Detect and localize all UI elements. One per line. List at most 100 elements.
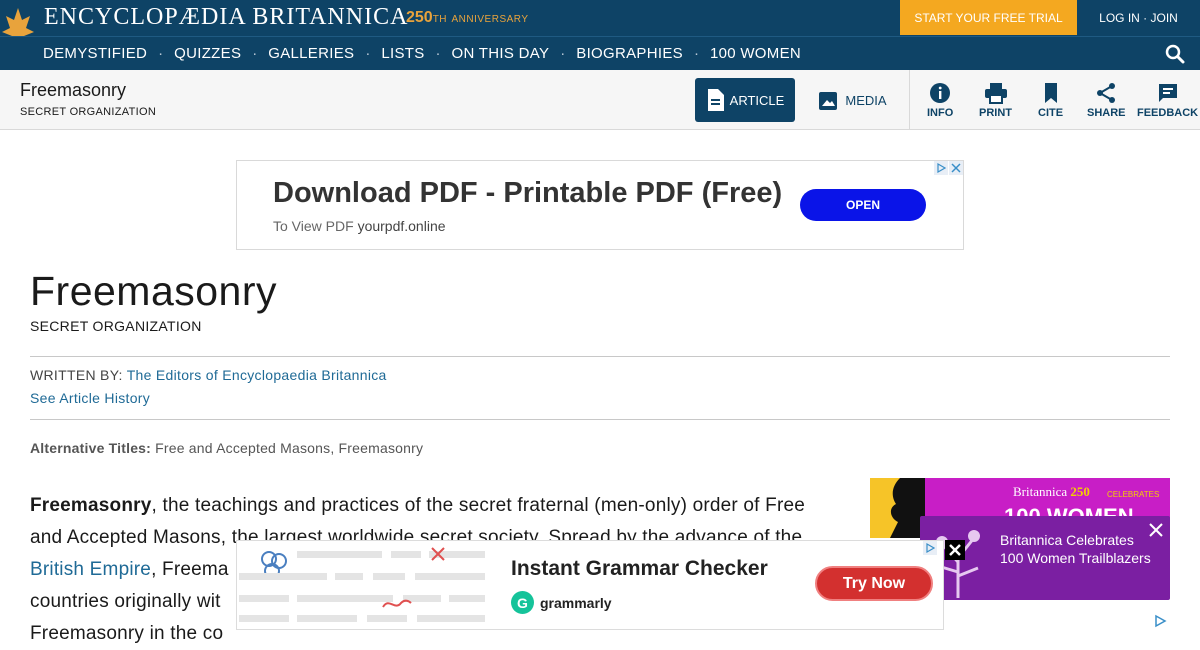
nav-item-biographies[interactable]: BIOGRAPHIES bbox=[576, 45, 683, 62]
nav-separator: · bbox=[365, 45, 371, 62]
info-label: INFO bbox=[927, 107, 954, 119]
grammarly-wordmark: grammarly bbox=[540, 594, 612, 611]
doc-placeholder-line bbox=[449, 595, 485, 602]
written-by-label: WRITTEN BY: bbox=[30, 367, 123, 383]
nav-item-lists[interactable]: LISTS bbox=[381, 45, 424, 62]
toolbar-divider bbox=[909, 70, 910, 130]
grammarly-brand: G grammarly bbox=[511, 591, 612, 614]
alt-titles-value: Free and Accepted Masons, Freemasonry bbox=[155, 440, 424, 456]
article-toolbar: Freemasonry SECRET ORGANIZATION ARTICLE … bbox=[0, 70, 1200, 130]
promo-silhouette bbox=[870, 478, 925, 538]
ad-close-icon[interactable] bbox=[949, 161, 963, 175]
brand-wordmark[interactable]: ENCYCLOPÆDIA BRITANNICA bbox=[44, 4, 408, 31]
nav-separator: · bbox=[435, 45, 441, 62]
author-link[interactable]: The Editors of Encyclopaedia Britannica bbox=[127, 367, 387, 383]
grammarly-advertisement[interactable]: Instant Grammar Checker G grammarly Try … bbox=[236, 540, 944, 630]
squiggle-icon bbox=[382, 599, 412, 608]
promo-brand: Britannica 250 bbox=[1013, 484, 1090, 500]
feedback-label: FEEDBACK bbox=[1137, 107, 1199, 119]
bookmark-icon bbox=[1044, 83, 1057, 103]
article-tab-label: ARTICLE bbox=[729, 92, 785, 108]
divider bbox=[30, 419, 1170, 420]
nav-item-demystified[interactable]: DEMYSTIFIED bbox=[43, 45, 147, 62]
nav-item-on-this-day[interactable]: ON THIS DAY bbox=[452, 45, 550, 62]
doc-placeholder-line bbox=[239, 595, 289, 602]
article-subtitle: SECRET ORGANIZATION bbox=[30, 318, 202, 334]
doc-placeholder-line bbox=[297, 595, 393, 602]
divider bbox=[30, 356, 1170, 357]
top-bar: ENCYCLOPÆDIA BRITANNICA 250TH ANNIVERSAR… bbox=[0, 0, 1200, 70]
article-history-link[interactable]: See Article History bbox=[30, 390, 150, 406]
alternative-titles: Alternative Titles: Free and Accepted Ma… bbox=[30, 440, 423, 456]
anniversary-badge: 250TH ANNIVERSARY bbox=[406, 9, 529, 27]
main-nav: DEMYSTIFIED · QUIZZES · GALLERIES · LIST… bbox=[0, 36, 1200, 70]
cite-button[interactable]: CITE bbox=[1038, 82, 1063, 119]
para-text: Freemasonry in the co bbox=[30, 623, 224, 644]
doc-placeholder-line bbox=[335, 573, 363, 580]
ad-open-button[interactable]: OPEN bbox=[800, 189, 926, 221]
anniversary-number: 250 bbox=[406, 9, 433, 26]
doc-placeholder-line bbox=[297, 615, 357, 622]
article-tab[interactable]: ARTICLE bbox=[695, 78, 795, 122]
feedback-button[interactable]: FEEDBACK bbox=[1137, 82, 1198, 119]
para-text: countries originally wit bbox=[30, 591, 221, 612]
ad-sub-domain: yourpdf.online bbox=[357, 218, 446, 234]
free-trial-button[interactable]: START YOUR FREE TRIAL bbox=[900, 0, 1077, 35]
ad-subline: To View PDF yourpdf.online bbox=[273, 218, 446, 234]
toast-message[interactable]: Britannica Celebrates 100 Women Trailbla… bbox=[1000, 531, 1160, 567]
nav-separator: · bbox=[693, 45, 699, 62]
share-button[interactable]: SHARE bbox=[1087, 82, 1126, 119]
close-icon[interactable] bbox=[1148, 522, 1164, 538]
info-icon bbox=[930, 83, 951, 103]
cross-mark-icon bbox=[431, 547, 445, 561]
media-tab[interactable]: MEDIA bbox=[808, 78, 898, 122]
nav-items: DEMYSTIFIED · QUIZZES · GALLERIES · LIST… bbox=[43, 45, 801, 62]
adchoices-icon[interactable] bbox=[923, 541, 937, 555]
ad-sub-prefix: To View PDF bbox=[273, 218, 354, 234]
nav-item-quizzes[interactable]: QUIZZES bbox=[174, 45, 241, 62]
nav-separator: · bbox=[252, 45, 258, 62]
try-now-button[interactable]: Try Now bbox=[815, 566, 933, 601]
doc-placeholder-line bbox=[297, 551, 382, 558]
grammarly-g-icon: G bbox=[511, 591, 534, 614]
search-icon[interactable] bbox=[1165, 44, 1185, 64]
feedback-icon bbox=[1158, 84, 1177, 102]
nav-separator: · bbox=[560, 45, 566, 62]
para-bold-term: Freemasonry bbox=[30, 495, 152, 516]
adchoices-icon[interactable] bbox=[1153, 614, 1167, 628]
nav-item-100-women[interactable]: 100 WOMEN bbox=[710, 45, 801, 62]
alt-titles-label: Alternative Titles: bbox=[30, 440, 152, 456]
login-join-link[interactable]: LOG IN · JOIN bbox=[1077, 0, 1200, 35]
doc-placeholder-line bbox=[373, 573, 405, 580]
british-empire-link[interactable]: British Empire bbox=[30, 559, 151, 580]
media-tab-label: MEDIA bbox=[845, 92, 887, 108]
ad-headline: Instant Grammar Checker bbox=[511, 557, 768, 580]
info-button[interactable]: INFO bbox=[927, 82, 953, 119]
anniversary-tm: TH bbox=[432, 14, 448, 25]
print-label: PRINT bbox=[979, 107, 1012, 119]
promo-celebrates: CELEBRATES bbox=[1107, 490, 1160, 499]
doc-placeholder-line bbox=[239, 615, 289, 622]
doc-placeholder-line bbox=[415, 573, 485, 580]
para-text: , the teachings and practices of the sec… bbox=[151, 495, 806, 516]
pdf-advertisement[interactable]: Download PDF - Printable PDF (Free) To V… bbox=[236, 160, 964, 250]
print-button[interactable]: PRINT bbox=[979, 82, 1012, 119]
cite-label: CITE bbox=[1038, 107, 1064, 119]
doc-placeholder-line bbox=[417, 615, 485, 622]
anniversary-word: ANNIVERSARY bbox=[451, 14, 529, 25]
document-icon bbox=[707, 89, 724, 111]
toolbar-title: Freemasonry bbox=[20, 80, 127, 100]
article-title: Freemasonry bbox=[30, 268, 278, 314]
image-icon bbox=[819, 92, 838, 110]
promo-number: 250 bbox=[1070, 484, 1090, 499]
promo-britannica: Britannica bbox=[1013, 484, 1068, 499]
byline: WRITTEN BY: The Editors of Encyclopaedia… bbox=[30, 367, 387, 383]
para-text: , Freema bbox=[151, 559, 229, 580]
share-label: SHARE bbox=[1087, 107, 1126, 119]
adchoices-icon[interactable] bbox=[934, 161, 948, 175]
printer-icon bbox=[984, 83, 1007, 104]
doc-placeholder-line bbox=[239, 573, 327, 580]
close-icon[interactable] bbox=[945, 540, 965, 560]
ad-headline: Download PDF - Printable PDF (Free) bbox=[273, 177, 783, 209]
nav-item-galleries[interactable]: GALLERIES bbox=[268, 45, 354, 62]
